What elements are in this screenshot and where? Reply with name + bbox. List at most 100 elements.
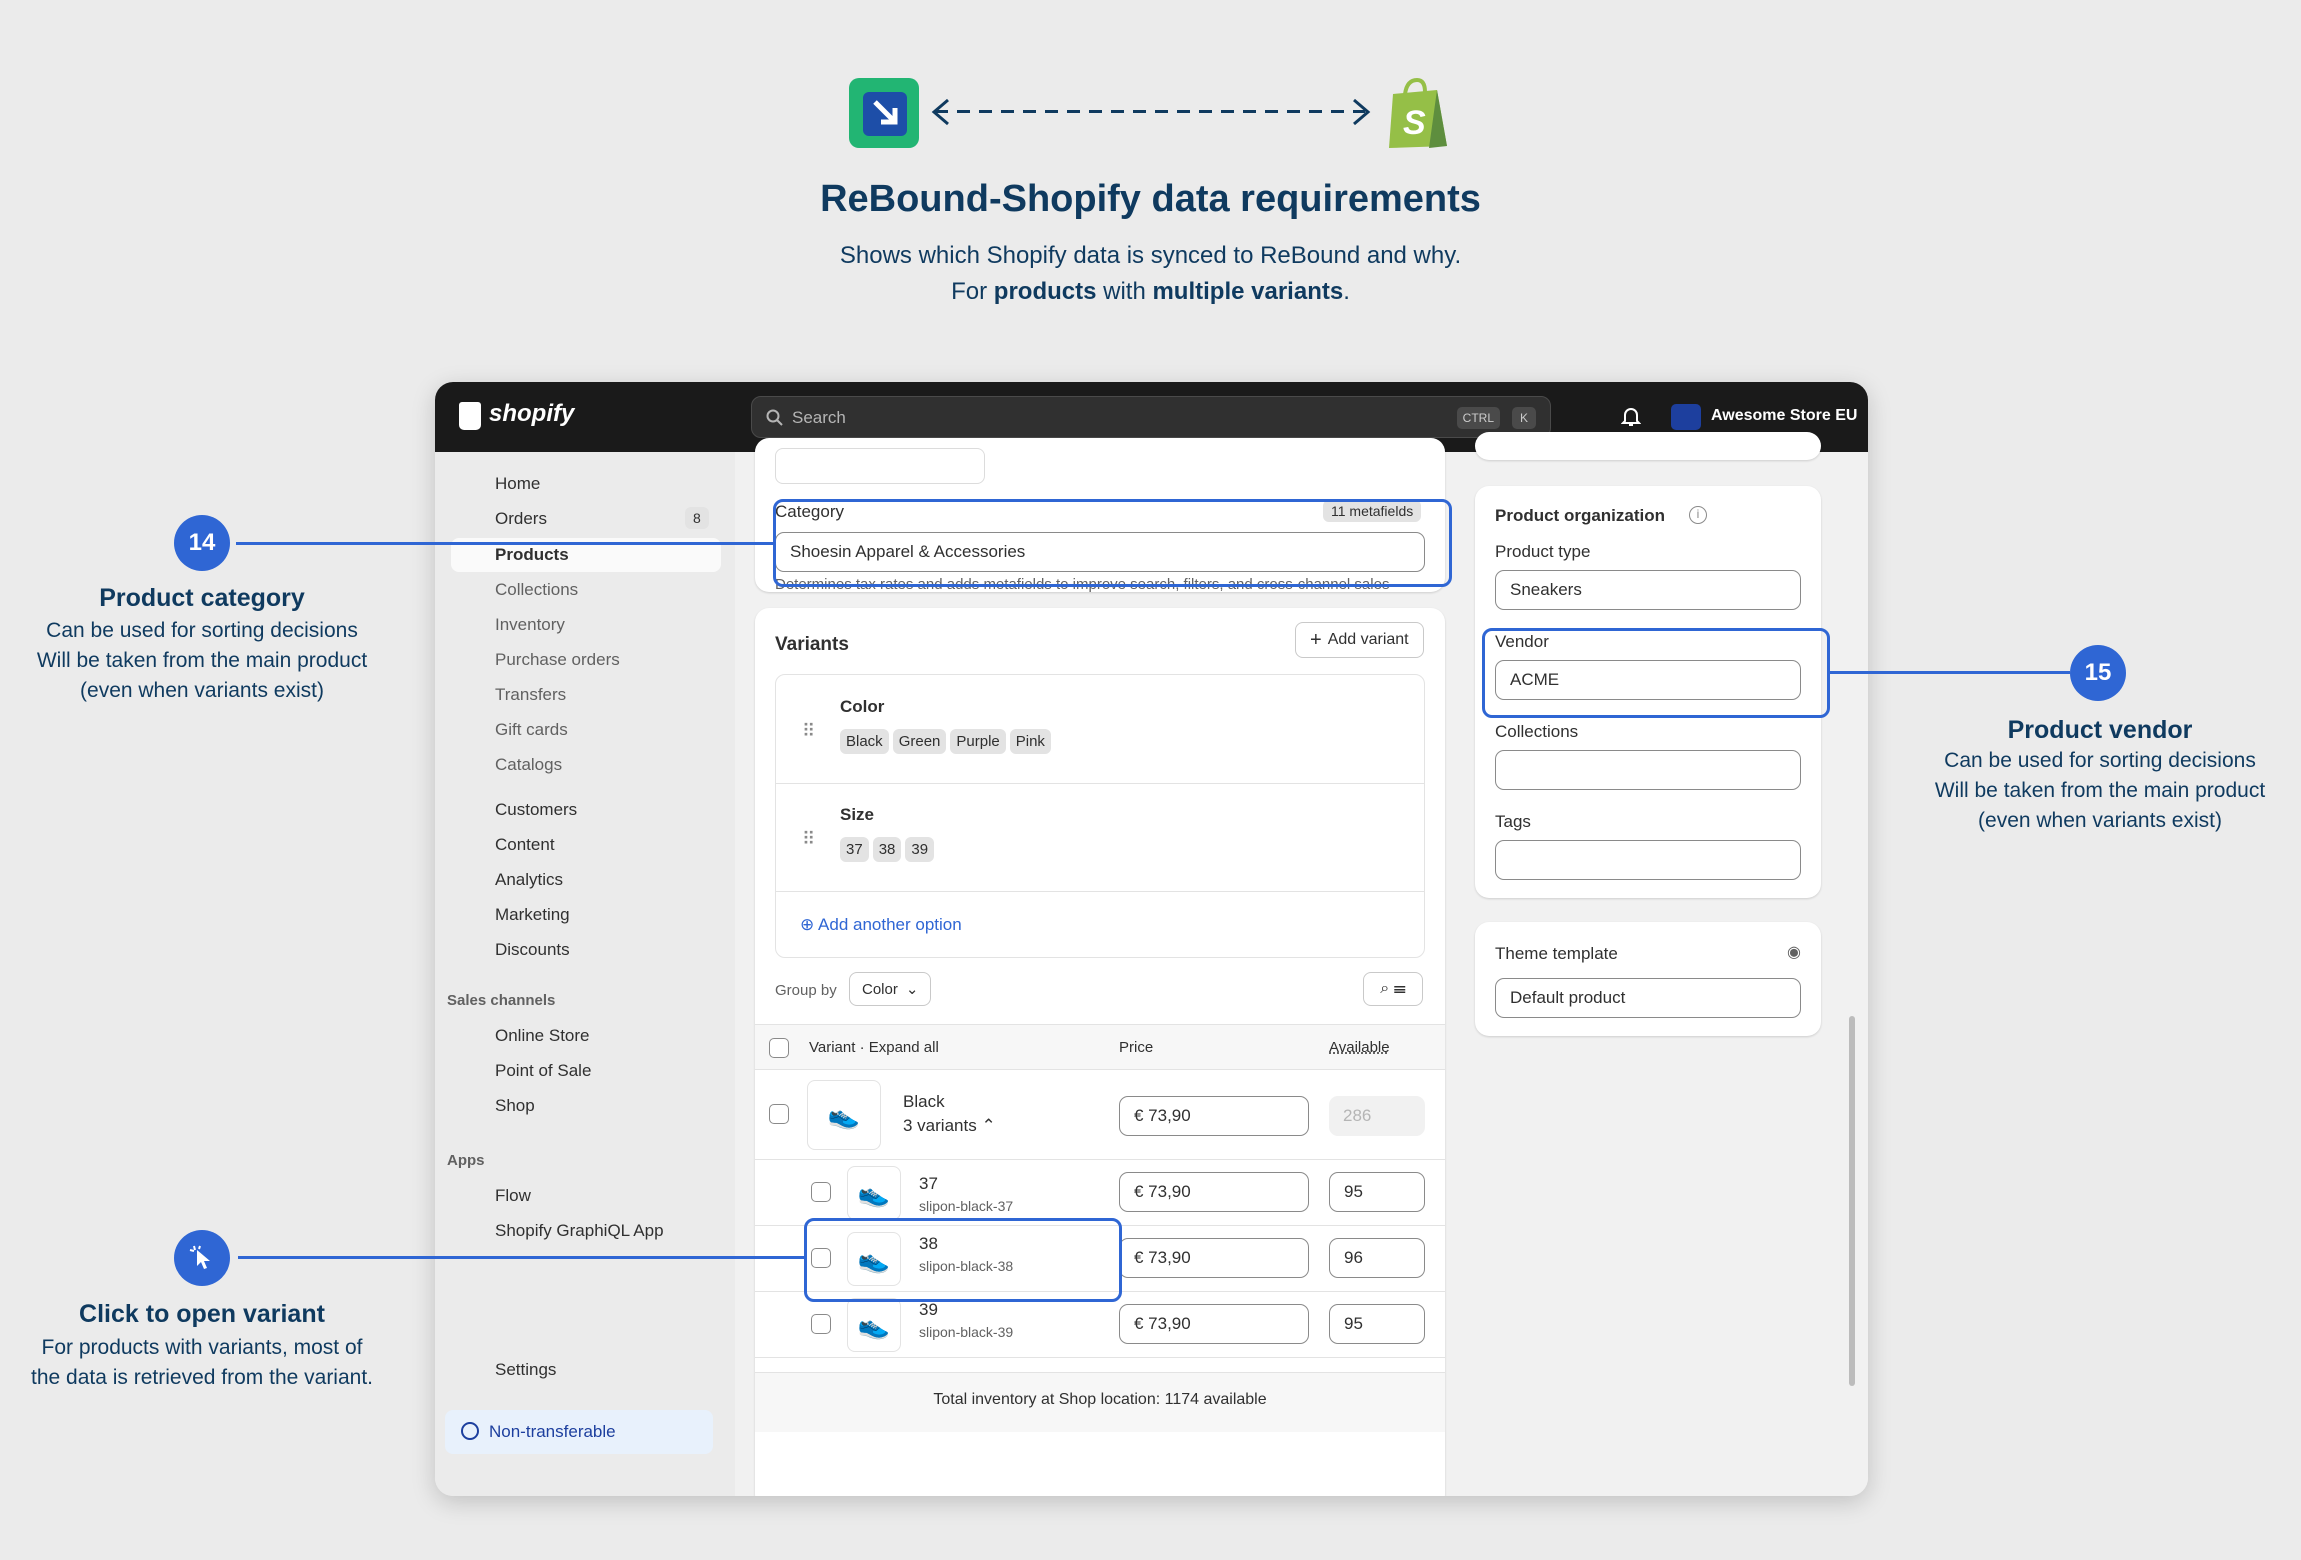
bell-icon[interactable] [1621,406,1641,428]
variant-sku: slipon-black-37 [919,1198,1014,1214]
sidebar-item-orders[interactable]: Orders [495,509,547,529]
page-subtitle-2: For products with multiple variants. [951,278,1350,305]
shoe-thumbnail: 👟 [847,1298,901,1352]
sidebar: Home Orders 8 Products Collections Inven… [435,452,735,1496]
shopify-bag-icon [459,402,481,430]
sidebar-item-marketing[interactable]: Marketing [495,905,570,925]
card-top-edge [1475,432,1821,460]
eye-icon[interactable]: ◉ [1787,942,1801,962]
search-bar[interactable]: Search CTRL K [751,396,1551,438]
divider [776,783,1424,784]
shoe-thumbnail: 👟 [847,1166,901,1220]
available-input[interactable]: 95 [1329,1172,1425,1212]
sidebar-item-point-of-sale[interactable]: Point of Sale [495,1061,591,1081]
sidebar-item-analytics[interactable]: Analytics [495,870,563,890]
add-another-option-link[interactable]: ⊕ Add another option [800,915,962,935]
callout-15-line-3: (even when variants exist) [1978,809,2222,832]
variants-table-header: Variant · Expand all Price Available [755,1024,1445,1070]
sidebar-item-content[interactable]: Content [495,835,555,855]
sidebar-item-graphiql[interactable]: Shopify GraphiQL App [495,1221,664,1241]
group-by-select[interactable]: Color ⌄ [849,972,932,1006]
theme-template-select[interactable]: Default product [1495,978,1801,1018]
info-icon[interactable]: i [1689,506,1707,524]
arrow-right-icon [1353,98,1371,126]
sidebar-item-collections[interactable]: Collections [495,580,578,600]
price-input[interactable]: € 73,90 [1119,1096,1309,1136]
total-inventory: Total inventory at Shop location: 1174 a… [933,1391,1267,1408]
theme-template-label: Theme template [1495,944,1618,963]
sidebar-item-discounts[interactable]: Discounts [495,940,570,960]
col-price: Price [1119,1039,1154,1056]
apps-heading[interactable]: Apps [447,1152,485,1169]
collections-input[interactable] [1495,750,1801,790]
sidebar-item-home[interactable]: Home [495,474,540,494]
sidebar-item-shop[interactable]: Shop [495,1096,535,1116]
product-type-input[interactable]: Sneakers [1495,570,1801,610]
variants-card: Variants + Add variant ⠿ Color Black Green… [755,608,1445,1496]
col-variant[interactable]: Variant · Expand all [809,1039,939,1056]
col-available: Available [1329,1039,1390,1056]
variant-row-highlight [804,1218,1122,1302]
available-input[interactable]: 96 [1329,1238,1425,1278]
color-option-label[interactable]: Color [840,697,884,717]
search-icon [766,409,783,426]
callout-14-title: Product category [99,584,305,612]
cursor-click-icon [174,1230,230,1286]
sidebar-item-catalogs[interactable]: Catalogs [495,755,562,775]
sidebar-item-gift-cards[interactable]: Gift cards [495,720,568,740]
page-subtitle: Shows which Shopify data is synced to Re… [839,242,1462,269]
kbd-ctrl: CTRL [1456,407,1500,429]
sidebar-item-online-store[interactable]: Online Store [495,1026,590,1046]
size-chips: 37 38 39 [840,837,938,862]
category-highlight [773,499,1452,587]
search-filter-button[interactable]: ⌕ ☰ [1363,972,1423,1006]
sidebar-item-customers[interactable]: Customers [495,800,577,820]
sidebar-item-purchase-orders[interactable]: Purchase orders [495,650,620,670]
add-variant-button[interactable]: + Add variant [1295,622,1424,658]
row-checkbox[interactable] [811,1314,831,1334]
callout-14-line [236,542,774,545]
sidebar-item-flow[interactable]: Flow [495,1186,531,1206]
shopify-brand: shopify [489,400,575,427]
row-checkbox[interactable] [769,1104,789,1124]
variants-title: Variants [775,634,849,655]
variant-count-toggle[interactable]: 3 variants ⌃ [903,1116,996,1136]
select-all-checkbox[interactable] [769,1038,789,1058]
scrollbar-thumb[interactable] [1849,1016,1855,1386]
main-content: Category 11 metafields Shoes in Apparel … [735,432,1868,1496]
sales-channels-heading[interactable]: Sales channels [447,992,555,1009]
tags-label: Tags [1495,812,1531,831]
store-name[interactable]: Awesome Store EU [1711,407,1857,425]
price-input[interactable]: € 73,90 [1119,1172,1309,1212]
sidebar-item-transfers[interactable]: Transfers [495,685,566,705]
price-input[interactable]: € 73,90 [1119,1238,1309,1278]
shoe-thumbnail: 👟 [807,1080,881,1150]
sidebar-item-inventory[interactable]: Inventory [495,615,565,635]
row-checkbox[interactable] [811,1182,831,1202]
options-panel: ⠿ Color Black Green Purple Pink ⠿ Size 37 38… [775,674,1425,958]
variant-name[interactable]: 39 [919,1300,938,1320]
drag-handle-icon[interactable]: ⠿ [802,721,815,742]
click-callout-line-1: For products with variants, most of [41,1336,363,1359]
callout-15-line [1830,671,2070,674]
info-icon [461,1422,479,1440]
variant-name[interactable]: 37 [919,1174,938,1194]
chevron-up-icon: ⌃ [981,1116,996,1135]
callout-15-line-1: Can be used for sorting decisions [1944,749,2256,772]
table-row[interactable]: 👟 37 slipon-black-37 € 73,90 95 [755,1160,1445,1226]
table-row[interactable]: 👟 Black 3 variants ⌃ € 73,90 286 [755,1070,1445,1160]
sidebar-item-settings[interactable]: Settings [495,1360,556,1380]
click-callout-line-2: the data is retrieved from the variant. [31,1366,373,1389]
available-input[interactable]: 95 [1329,1304,1425,1344]
price-input[interactable]: € 73,90 [1119,1304,1309,1344]
sidebar-item-products[interactable]: Products [495,545,569,565]
callout-14-badge: 14 [174,515,230,571]
non-transferable-banner[interactable]: Non-transferable [445,1410,713,1454]
organization-title: Product organization [1495,506,1665,525]
tags-input[interactable] [1495,840,1801,880]
callout-14-line-1: Can be used for sorting decisions [46,619,358,642]
theme-template-card: Theme template ◉ Default product [1475,922,1821,1036]
drag-handle-icon[interactable]: ⠿ [802,829,815,850]
group-by-label: Group by [775,982,837,999]
size-option-label[interactable]: Size [840,805,874,825]
